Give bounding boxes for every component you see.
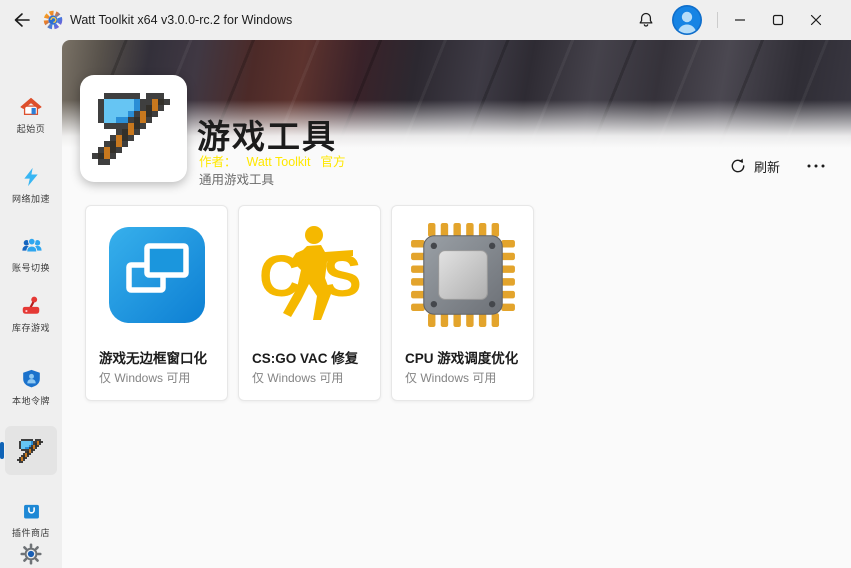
user-avatar[interactable]: [671, 4, 703, 36]
tool-card-list: 游戏无边框窗口化 仅 Windows 可用 C S CS:GO VAC 修复 仅…: [85, 205, 534, 401]
tool-card-subtitle: 仅 Windows 可用: [99, 369, 190, 386]
ellipsis-icon: [806, 163, 826, 169]
joystick-icon: [0, 295, 62, 317]
borderless-window-icon: [104, 222, 210, 328]
author-line: 作者：Watt Toolkit官方: [199, 151, 345, 170]
window-title: Watt Toolkit x64 v3.0.0-rc.2 for Windows: [70, 0, 292, 40]
tool-card-subtitle: 仅 Windows 可用: [405, 369, 496, 386]
titlebar: Watt Toolkit x64 v3.0.0-rc.2 for Windows: [0, 0, 851, 40]
sidebar-item-account-switch[interactable]: 账号切换: [0, 235, 62, 274]
sidebar-item-local-token[interactable]: 本地令牌: [0, 368, 62, 407]
tool-card-subtitle: 仅 Windows 可用: [252, 369, 343, 386]
minimize-button[interactable]: [722, 0, 758, 40]
tool-card-cpu-scheduler[interactable]: CPU 游戏调度优化 仅 Windows 可用: [391, 205, 534, 401]
sidebar-label: 网络加速: [0, 192, 62, 205]
sidebar-item-network-accel[interactable]: 网络加速: [0, 166, 62, 205]
sidebar-label: 账号切换: [0, 261, 62, 274]
maximize-button[interactable]: [760, 0, 796, 40]
sidebar-item-game-library[interactable]: 库存游戏: [0, 295, 62, 334]
home-icon: [0, 96, 62, 118]
refresh-label: 刷新: [754, 157, 780, 176]
tool-card-csgo-vac-fix[interactable]: C S CS:GO VAC 修复 仅 Windows 可用: [238, 205, 381, 401]
tool-card-borderless-window[interactable]: 游戏无边框窗口化 仅 Windows 可用: [85, 205, 228, 401]
cpu-chip-icon: [410, 222, 516, 328]
refresh-button[interactable]: 刷新: [730, 154, 780, 178]
lightning-icon: [0, 166, 62, 188]
pack-description: 通用游戏工具: [199, 169, 274, 188]
close-button[interactable]: [798, 0, 834, 40]
main-content: 游戏工具 作者：Watt Toolkit官方 通用游戏工具 刷新: [62, 40, 851, 568]
app-logo-icon: [42, 9, 64, 31]
people-icon: [0, 235, 62, 257]
sidebar-item-game-tools-selected[interactable]: [5, 426, 57, 475]
sidebar-item-home[interactable]: 起始页: [0, 96, 62, 135]
sidebar: 起始页 网络加速 账号切换: [0, 40, 62, 568]
tool-card-title: 游戏无边框窗口化: [99, 347, 207, 367]
shield-person-icon: [0, 368, 62, 390]
back-button[interactable]: [12, 11, 32, 29]
tool-pack-icon-card: [80, 75, 187, 182]
tool-card-title: CPU 游戏调度优化: [405, 347, 518, 367]
sidebar-label: 库存游戏: [0, 321, 62, 334]
sidebar-label: 本地令牌: [0, 394, 62, 407]
tool-card-title: CS:GO VAC 修复: [252, 347, 358, 367]
shopping-bag-icon: [0, 500, 62, 522]
app-window: Watt Toolkit x64 v3.0.0-rc.2 for Windows: [0, 0, 851, 568]
sidebar-label: 起始页: [0, 122, 62, 135]
sidebar-item-settings[interactable]: 设置: [0, 543, 62, 568]
more-options-button[interactable]: [802, 154, 830, 178]
csgo-logo-icon: C S: [257, 222, 363, 328]
pixel-axe-icon: [92, 93, 176, 165]
selection-indicator: [0, 442, 4, 459]
settings-gear-icon: [0, 543, 62, 565]
titlebar-divider: [717, 12, 718, 28]
bell-icon[interactable]: [636, 10, 656, 30]
sidebar-label: 插件商店: [0, 526, 62, 539]
refresh-icon: [730, 158, 746, 174]
pixel-axe-icon: [17, 439, 45, 463]
sidebar-item-plugin-store[interactable]: 插件商店: [0, 500, 62, 539]
